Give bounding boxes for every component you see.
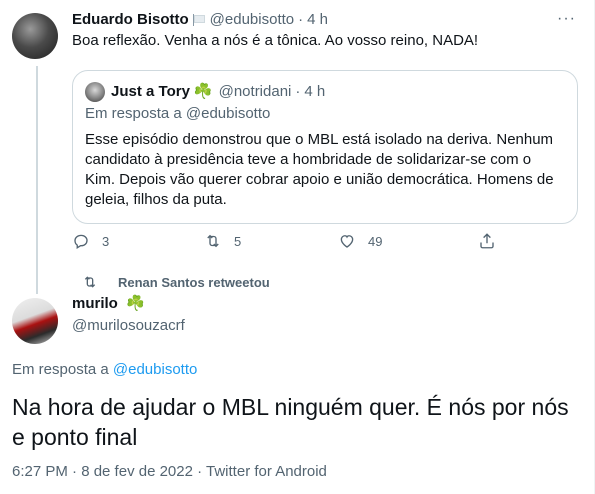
quoted-tweet-time: 4 h: [304, 83, 326, 100]
author-name[interactable]: Eduardo Bisotto: [72, 10, 189, 30]
quoted-tweet-text: Esse episódio demonstrou que o MBL está …: [85, 131, 554, 208]
author-name[interactable]: murilo: [72, 295, 118, 312]
reply-count: 3: [102, 233, 110, 249]
avatar[interactable]: [12, 298, 58, 344]
reply-handle: @edubisotto: [185, 105, 271, 122]
quoted-author-handle: @notridani: [218, 83, 292, 100]
shamrock-icon: ☘️: [126, 295, 145, 312]
reply-prefix: Em resposta a: [12, 361, 113, 378]
tweet-text: Boa reflexão. Venha a nós é a tônica. Ao…: [72, 32, 479, 49]
author-handle[interactable]: @murilosouzacrf: [72, 316, 185, 336]
thread-connector-line: [36, 66, 38, 294]
retweet-icon: [207, 234, 219, 248]
reply-prefix: Em resposta a: [85, 105, 186, 122]
shamrock-icon: ☘️: [193, 83, 213, 100]
tweet-timestamp[interactable]: 6:27 PM · 8 de fev de 2022 · Twitter for…: [12, 462, 327, 482]
retweet-button[interactable]: 5: [204, 232, 241, 250]
quoted-tweet[interactable]: Just a Tory ☘️ @notridani · 4 h Em respo…: [72, 70, 578, 224]
flag-icon: [192, 14, 205, 26]
separator-dot: ·: [298, 11, 304, 28]
heart-icon: [340, 235, 354, 248]
like-button[interactable]: 49: [338, 232, 382, 250]
retweet-icon: [84, 276, 96, 288]
tweet-actions: 3 5 49: [72, 232, 512, 256]
retweet-notice[interactable]: Renan Santos retweetou: [82, 274, 270, 290]
author-name-row: murilo ☘️: [72, 294, 145, 314]
share-button[interactable]: [478, 232, 496, 250]
reply-handle-link[interactable]: @edubisotto: [113, 361, 197, 378]
retweet-notice-text[interactable]: Renan Santos retweetou: [118, 275, 270, 290]
quoted-avatar: [85, 82, 105, 102]
quoted-reply-context: Em resposta a @edubisotto: [85, 104, 565, 124]
tweet-header: Eduardo Bisotto @edubisotto · 4 h: [72, 10, 588, 30]
tweet-time[interactable]: 4 h: [307, 10, 328, 30]
reply-button[interactable]: 3: [72, 232, 109, 250]
reply-icon: [74, 234, 88, 249]
more-options-icon[interactable]: ···: [557, 10, 576, 28]
share-icon: [480, 233, 494, 249]
author-handle[interactable]: @edubisotto: [210, 10, 294, 30]
separator-dot: ·: [295, 83, 301, 100]
quoted-tweet-header: Just a Tory ☘️ @notridani · 4 h: [85, 82, 565, 102]
like-count: 49: [368, 233, 383, 249]
tweet-body: Eduardo Bisotto @edubisotto · 4 h ··· Bo…: [72, 10, 588, 51]
retweet-count: 5: [234, 233, 242, 249]
quoted-author-name: Just a Tory: [111, 83, 190, 100]
avatar[interactable]: [12, 13, 58, 59]
reply-context: Em resposta a @edubisotto: [12, 360, 197, 380]
tweet-text: Na hora de ajudar o MBL ninguém quer. É …: [12, 394, 569, 450]
